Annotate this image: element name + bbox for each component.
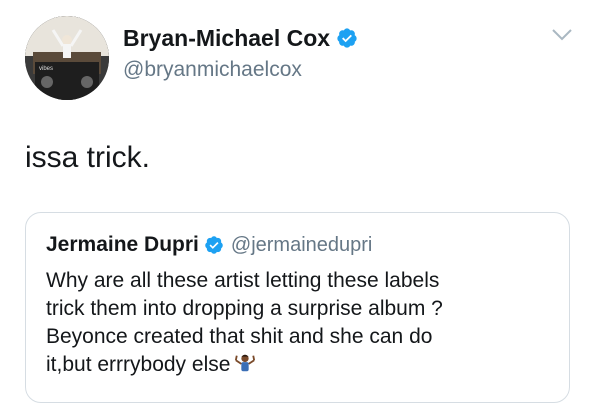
svg-text:vibes: vibes xyxy=(39,66,53,72)
author-name-text: Bryan-Michael Cox xyxy=(123,25,331,51)
verified-badge-icon xyxy=(337,28,357,48)
quoted-tweet-card[interactable]: Jermaine Dupri @jermainedupri Why are al… xyxy=(25,212,570,403)
verified-badge-icon xyxy=(205,236,223,254)
tweet: vibes Bryan-Michael Cox @bryanmichaelcox… xyxy=(0,0,595,419)
author-name[interactable]: Bryan-Michael Cox xyxy=(123,24,358,52)
quoted-tweet-text: Why are all these artist letting these l… xyxy=(46,267,546,379)
chevron-down-icon[interactable] xyxy=(551,28,573,42)
quoted-tweet-header: Jermaine Dupri @jermainedupri xyxy=(46,231,549,259)
tweet-text: issa trick. xyxy=(25,141,151,174)
quoted-author-handle: @jermainedupri xyxy=(230,233,373,256)
author-avatar[interactable]: vibes xyxy=(25,16,109,100)
author-handle[interactable]: @bryanmichaelcox xyxy=(123,57,302,83)
avatar-photo: vibes xyxy=(25,16,109,100)
quoted-author-name: Jermaine Dupri xyxy=(46,233,199,256)
person-shrugging-icon xyxy=(235,354,256,372)
